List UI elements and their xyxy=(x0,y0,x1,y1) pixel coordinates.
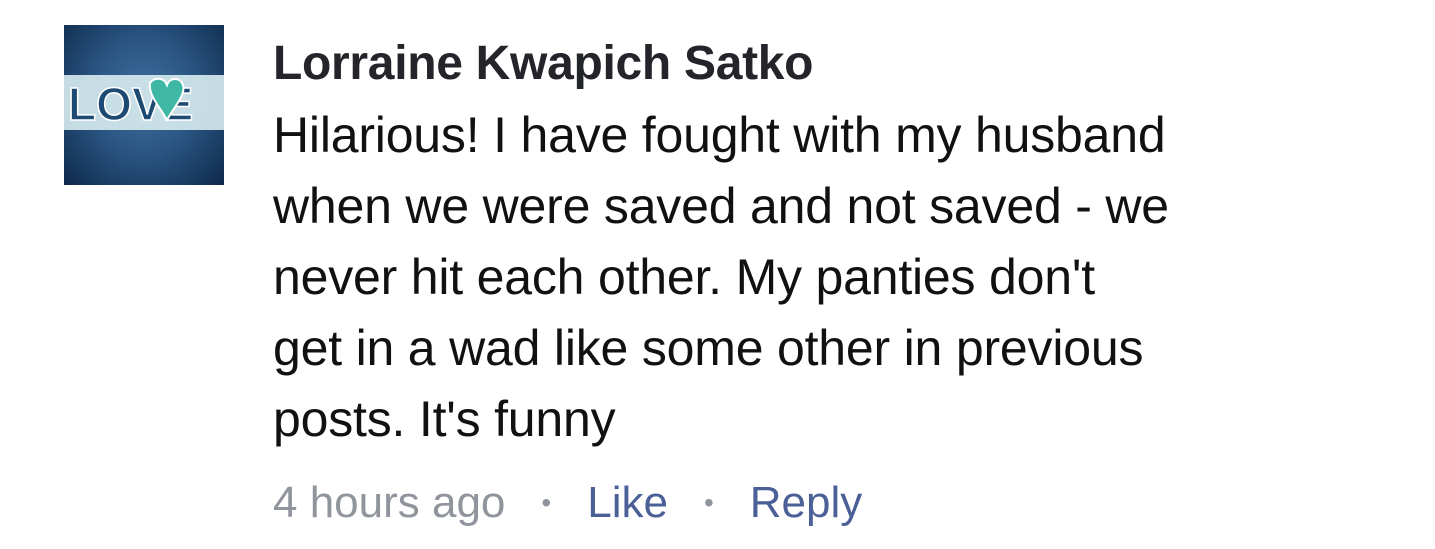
avatar[interactable]: LOVE xyxy=(64,25,224,185)
like-button[interactable]: Like xyxy=(587,478,668,528)
comment: LOVE Lorraine Kwapich Satko Hilarious! I… xyxy=(0,0,1435,549)
comment-timestamp[interactable]: 4 hours ago xyxy=(273,478,505,528)
comment-body: Hilarious! I have fought with my husband… xyxy=(273,100,1313,455)
comment-body-line: never hit each other. My panties don't xyxy=(273,249,1095,305)
love-logo-icon: LOVE xyxy=(64,75,224,131)
comment-body-line: posts. It's funny xyxy=(273,391,616,447)
comment-meta: 4 hours ago • Like • Reply xyxy=(273,470,862,536)
comment-body-line: get in a wad like some other in previous xyxy=(273,320,1144,376)
comment-body-line: when we were saved and not saved - we xyxy=(273,178,1169,234)
comment-body-line: Hilarious! I have fought with my husband xyxy=(273,107,1166,163)
reply-button[interactable]: Reply xyxy=(750,478,863,528)
meta-separator: • xyxy=(703,487,714,518)
meta-separator: • xyxy=(541,487,552,518)
comment-author[interactable]: Lorraine Kwapich Satko xyxy=(273,36,814,91)
